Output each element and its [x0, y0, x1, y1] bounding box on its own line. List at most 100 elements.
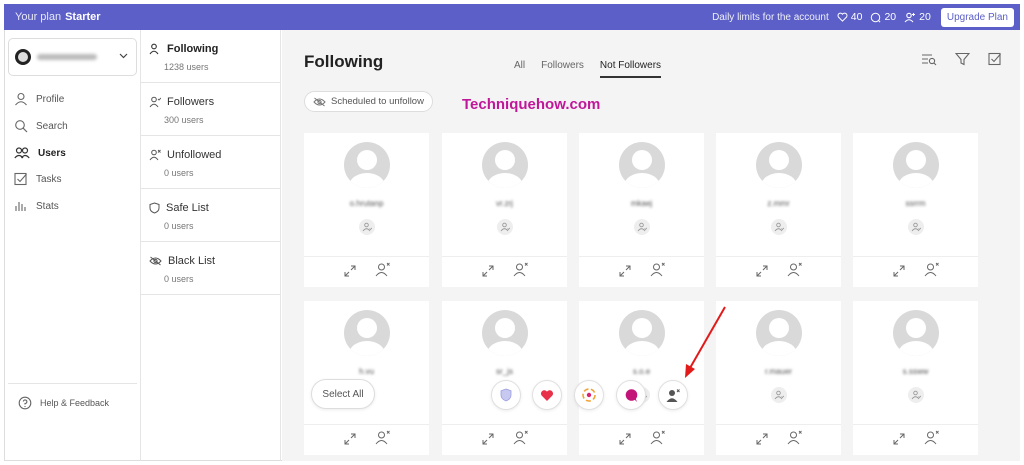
shield-icon	[500, 388, 512, 402]
help-feedback-link[interactable]: Help & Feedback	[18, 396, 109, 410]
username: vr.zrj	[496, 199, 513, 208]
user-card[interactable]: s.ssww	[853, 301, 978, 455]
subnav-item-black-list[interactable]: Black List 0 users	[141, 242, 280, 295]
heart-icon	[837, 12, 848, 22]
like-action-button[interactable]	[532, 380, 562, 410]
expand-icon[interactable]	[619, 264, 631, 282]
eye-off-icon	[149, 256, 162, 266]
filter-tabs: All Followers Not Followers	[514, 60, 677, 78]
username: s.o.e	[632, 367, 651, 376]
help-icon	[18, 396, 32, 410]
account-name	[37, 54, 97, 60]
plan-label: Your plan	[15, 11, 62, 23]
divider	[579, 424, 704, 425]
username: h.vu	[358, 367, 375, 376]
user-x-icon	[149, 149, 161, 161]
divider	[304, 424, 429, 425]
comment-action-button[interactable]	[616, 380, 646, 410]
list-search-icon[interactable]	[921, 52, 937, 71]
expand-icon[interactable]	[344, 432, 356, 450]
subnav-item-unfollowed[interactable]: Unfollowed 0 users	[141, 136, 280, 189]
account-selector[interactable]	[8, 38, 137, 76]
safe-list-action-button[interactable]	[491, 380, 521, 410]
comments-limit: 20	[870, 11, 896, 23]
user-card[interactable]: z.mmr	[716, 133, 841, 287]
plan-name: Starter	[65, 11, 101, 23]
expand-icon[interactable]	[893, 264, 905, 282]
user-icon	[15, 92, 27, 106]
filter-icon[interactable]	[954, 52, 971, 71]
sidebar-item-profile[interactable]: Profile	[14, 92, 64, 106]
sidebar-item-users[interactable]: Users	[14, 146, 66, 160]
user-card[interactable]: s.o.e	[579, 301, 704, 455]
avatar	[344, 142, 390, 188]
comment-icon	[871, 12, 881, 22]
expand-icon[interactable]	[893, 432, 905, 450]
scheduled-to-unfollow-button[interactable]: Scheduled to unfollow	[304, 91, 433, 112]
expand-icon[interactable]	[756, 264, 768, 282]
sidebar-item-stats[interactable]: Stats	[14, 199, 59, 213]
avatar	[619, 310, 665, 356]
likes-limit: 40	[837, 11, 862, 23]
unfollow-user-icon[interactable]	[375, 262, 391, 282]
unfollow-user-icon[interactable]	[513, 430, 529, 450]
unfollow-action-button[interactable]	[658, 380, 688, 410]
user-card[interactable]: sr_js	[442, 301, 567, 455]
user-card[interactable]: h.vu	[304, 301, 429, 455]
user-check-icon	[149, 43, 159, 55]
unfollow-user-icon[interactable]	[924, 262, 940, 282]
story-action-button[interactable]	[574, 380, 604, 410]
tab-not-followers[interactable]: Not Followers	[599, 60, 662, 78]
avatar	[15, 49, 31, 65]
avatar	[619, 142, 665, 188]
sidebar-item-label: Stats	[36, 200, 59, 212]
avatar	[756, 310, 802, 356]
follow-status-icon	[908, 387, 924, 403]
sidebar-item-tasks[interactable]: Tasks	[14, 172, 62, 186]
sidebar-item-search[interactable]: Search	[14, 119, 68, 133]
subnav-title: Unfollowed	[167, 149, 222, 161]
bar-chart-icon	[15, 202, 26, 211]
divider	[8, 383, 137, 384]
subnav-count: 0 users	[164, 168, 194, 178]
chevron-down-icon	[119, 51, 128, 62]
tab-followers[interactable]: Followers	[541, 60, 584, 78]
unfollow-user-icon[interactable]	[513, 262, 529, 282]
follow-status-icon	[497, 219, 513, 235]
divider	[442, 424, 567, 425]
subnav-title: Followers	[167, 96, 215, 108]
user-card[interactable]: mkaej	[579, 133, 704, 287]
user-card[interactable]: o.hrutanp	[304, 133, 429, 287]
user-card[interactable]: ssrrm	[853, 133, 978, 287]
unfollow-user-icon[interactable]	[650, 430, 666, 450]
sidebar-item-label: Profile	[36, 93, 65, 105]
user-card[interactable]: vr.zrj	[442, 133, 567, 287]
expand-icon[interactable]	[482, 264, 494, 282]
username: o.hrutanp	[349, 199, 384, 208]
unfollow-user-icon[interactable]	[924, 430, 940, 450]
expand-icon[interactable]	[344, 264, 356, 282]
toolbar	[903, 52, 1002, 71]
expand-icon[interactable]	[756, 432, 768, 450]
subnav-item-followers[interactable]: Followers 300 users	[141, 83, 280, 136]
subnav-item-following[interactable]: Following 1238 users	[141, 30, 280, 83]
divider	[442, 256, 567, 257]
unfollow-user-icon[interactable]	[787, 430, 803, 450]
subnav-item-safe-list[interactable]: Safe List 0 users	[141, 189, 280, 242]
follows-limit: 20	[904, 11, 931, 23]
unfollow-user-icon[interactable]	[375, 430, 391, 450]
tab-all[interactable]: All	[514, 60, 525, 78]
avatar	[482, 142, 528, 188]
user-card[interactable]: r.mauer	[716, 301, 841, 455]
expand-icon[interactable]	[482, 432, 494, 450]
select-checkbox-icon[interactable]	[988, 52, 1002, 71]
unfollow-user-icon[interactable]	[787, 262, 803, 282]
username: mkaej	[630, 199, 653, 208]
avatar	[482, 310, 528, 356]
unfollow-user-icon[interactable]	[650, 262, 666, 282]
expand-icon[interactable]	[619, 432, 631, 450]
divider	[853, 256, 978, 257]
select-all-button[interactable]: Select All	[311, 379, 375, 409]
watermark: Techniquehow.com	[462, 96, 601, 113]
upgrade-plan-button[interactable]: Upgrade Plan	[940, 7, 1014, 27]
